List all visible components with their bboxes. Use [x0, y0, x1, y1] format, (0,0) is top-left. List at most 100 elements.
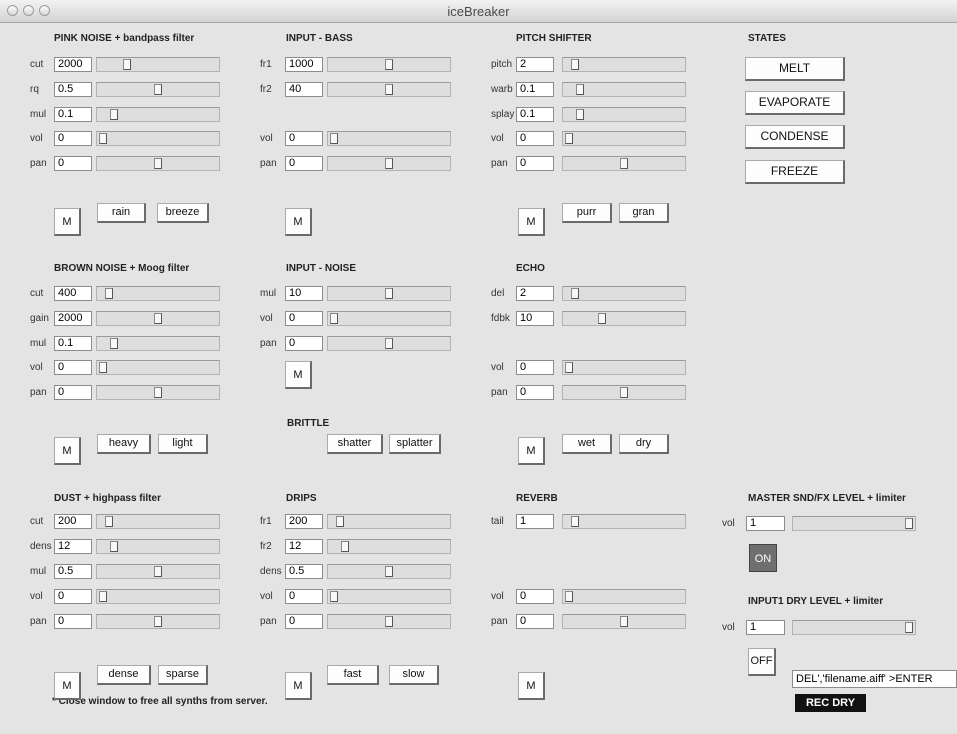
- echo-fdbk-field[interactable]: 10: [516, 311, 554, 326]
- echo-mute-button[interactable]: M: [518, 437, 545, 465]
- master-vol-slider[interactable]: [792, 516, 916, 531]
- brown-gain-field[interactable]: 2000: [54, 311, 92, 326]
- brown-mul-slider-handle[interactable]: [110, 338, 118, 349]
- drips-dens-slider[interactable]: [327, 564, 451, 579]
- pink-cut-slider[interactable]: [96, 57, 220, 72]
- pitch-vol-field[interactable]: 0: [516, 131, 554, 146]
- echo-vol-slider-handle[interactable]: [565, 362, 573, 373]
- drips-vol-field[interactable]: 0: [285, 589, 323, 604]
- reverb-tail-field[interactable]: 1: [516, 514, 554, 529]
- master-vol-field[interactable]: 1: [746, 516, 785, 531]
- inoise-mute-button[interactable]: M: [285, 361, 312, 389]
- dry-off-button[interactable]: OFF: [748, 648, 776, 676]
- inoise-pan-slider-handle[interactable]: [385, 338, 393, 349]
- brown-cut-slider[interactable]: [96, 286, 220, 301]
- dust-dens-slider[interactable]: [96, 539, 220, 554]
- brown-pan-slider-handle[interactable]: [154, 387, 162, 398]
- bass-vol-slider[interactable]: [327, 131, 451, 146]
- dust-cut-field[interactable]: 200: [54, 514, 92, 529]
- drips-vol-slider-handle[interactable]: [330, 591, 338, 602]
- drips-dens-slider-handle[interactable]: [385, 566, 393, 577]
- pitch-splay-field[interactable]: 0.1: [516, 107, 554, 122]
- dust-pan-field[interactable]: 0: [54, 614, 92, 629]
- bass-vol-slider-handle[interactable]: [330, 133, 338, 144]
- dust-pan-slider-handle[interactable]: [154, 616, 162, 627]
- master-on-button[interactable]: ON: [749, 544, 777, 572]
- pitch-warb-slider[interactable]: [562, 82, 686, 97]
- inoise-vol-slider[interactable]: [327, 311, 451, 326]
- master-vol-slider-handle[interactable]: [905, 518, 913, 529]
- brown-cut-slider-handle[interactable]: [105, 288, 113, 299]
- echo-pan-field[interactable]: 0: [516, 385, 554, 400]
- pitch-vol-slider-handle[interactable]: [565, 133, 573, 144]
- drips-fr2-slider-handle[interactable]: [341, 541, 349, 552]
- pink-mul-field[interactable]: 0.1: [54, 107, 92, 122]
- brown-mul-field[interactable]: 0.1: [54, 336, 92, 351]
- dust-sparse-button[interactable]: sparse: [158, 665, 208, 685]
- pitch-splay-slider[interactable]: [562, 107, 686, 122]
- pitch-purr-button[interactable]: purr: [562, 203, 612, 223]
- bass-fr1-slider[interactable]: [327, 57, 451, 72]
- drips-slow-button[interactable]: slow: [389, 665, 439, 685]
- reverb-tail-slider[interactable]: [562, 514, 686, 529]
- dust-cut-slider-handle[interactable]: [105, 516, 113, 527]
- state-condense-button[interactable]: CONDENSE: [745, 125, 845, 149]
- brown-vol-slider-handle[interactable]: [99, 362, 107, 373]
- echo-fdbk-slider[interactable]: [562, 311, 686, 326]
- inoise-vol-slider-handle[interactable]: [330, 313, 338, 324]
- dry-vol-slider[interactable]: [792, 620, 916, 635]
- brittle-splatter-button[interactable]: splatter: [389, 434, 441, 454]
- pink-rq-field[interactable]: 0.5: [54, 82, 92, 97]
- echo-pan-slider-handle[interactable]: [620, 387, 628, 398]
- drips-vol-slider[interactable]: [327, 589, 451, 604]
- dust-dens-slider-handle[interactable]: [110, 541, 118, 552]
- drips-fr1-field[interactable]: 200: [285, 514, 323, 529]
- brittle-shatter-button[interactable]: shatter: [327, 434, 383, 454]
- pitch-pitch-field[interactable]: 2: [516, 57, 554, 72]
- pitch-pan-slider-handle[interactable]: [620, 158, 628, 169]
- drips-fast-button[interactable]: fast: [327, 665, 379, 685]
- echo-wet-button[interactable]: wet: [562, 434, 612, 454]
- bass-fr2-field[interactable]: 40: [285, 82, 323, 97]
- pink-vol-slider-handle[interactable]: [99, 133, 107, 144]
- pink-rq-slider[interactable]: [96, 82, 220, 97]
- pitch-mute-button[interactable]: M: [518, 208, 545, 236]
- dust-mul-slider-handle[interactable]: [154, 566, 162, 577]
- inoise-pan-field[interactable]: 0: [285, 336, 323, 351]
- dust-dense-button[interactable]: dense: [97, 665, 151, 685]
- pitch-warb-slider-handle[interactable]: [576, 84, 584, 95]
- dust-mute-button[interactable]: M: [54, 672, 81, 700]
- record-command-field[interactable]: DEL','filename.aiff' >ENTER: [792, 670, 957, 688]
- bass-vol-field[interactable]: 0: [285, 131, 323, 146]
- echo-del-slider[interactable]: [562, 286, 686, 301]
- drips-fr1-slider-handle[interactable]: [336, 516, 344, 527]
- dust-mul-field[interactable]: 0.5: [54, 564, 92, 579]
- brown-mul-slider[interactable]: [96, 336, 220, 351]
- bass-mute-button[interactable]: M: [285, 208, 312, 236]
- bass-pan-slider-handle[interactable]: [385, 158, 393, 169]
- reverb-pan-slider-handle[interactable]: [620, 616, 628, 627]
- echo-vol-field[interactable]: 0: [516, 360, 554, 375]
- echo-del-slider-handle[interactable]: [571, 288, 579, 299]
- brown-cut-field[interactable]: 400: [54, 286, 92, 301]
- dry-vol-slider-handle[interactable]: [905, 622, 913, 633]
- echo-vol-slider[interactable]: [562, 360, 686, 375]
- pitch-pan-slider[interactable]: [562, 156, 686, 171]
- reverb-pan-slider[interactable]: [562, 614, 686, 629]
- reverb-vol-slider[interactable]: [562, 589, 686, 604]
- reverb-vol-slider-handle[interactable]: [565, 591, 573, 602]
- inoise-vol-field[interactable]: 0: [285, 311, 323, 326]
- pink-mul-slider[interactable]: [96, 107, 220, 122]
- brown-gain-slider[interactable]: [96, 311, 220, 326]
- echo-fdbk-slider-handle[interactable]: [598, 313, 606, 324]
- brown-mute-button[interactable]: M: [54, 437, 81, 465]
- state-melt-button[interactable]: MELT: [745, 57, 845, 81]
- inoise-pan-slider[interactable]: [327, 336, 451, 351]
- pink-pan-slider[interactable]: [96, 156, 220, 171]
- reverb-tail-slider-handle[interactable]: [571, 516, 579, 527]
- inoise-mul-slider-handle[interactable]: [385, 288, 393, 299]
- inoise-mul-field[interactable]: 10: [285, 286, 323, 301]
- drips-fr2-field[interactable]: 12: [285, 539, 323, 554]
- reverb-mute-button[interactable]: M: [518, 672, 545, 700]
- drips-dens-field[interactable]: 0.5: [285, 564, 323, 579]
